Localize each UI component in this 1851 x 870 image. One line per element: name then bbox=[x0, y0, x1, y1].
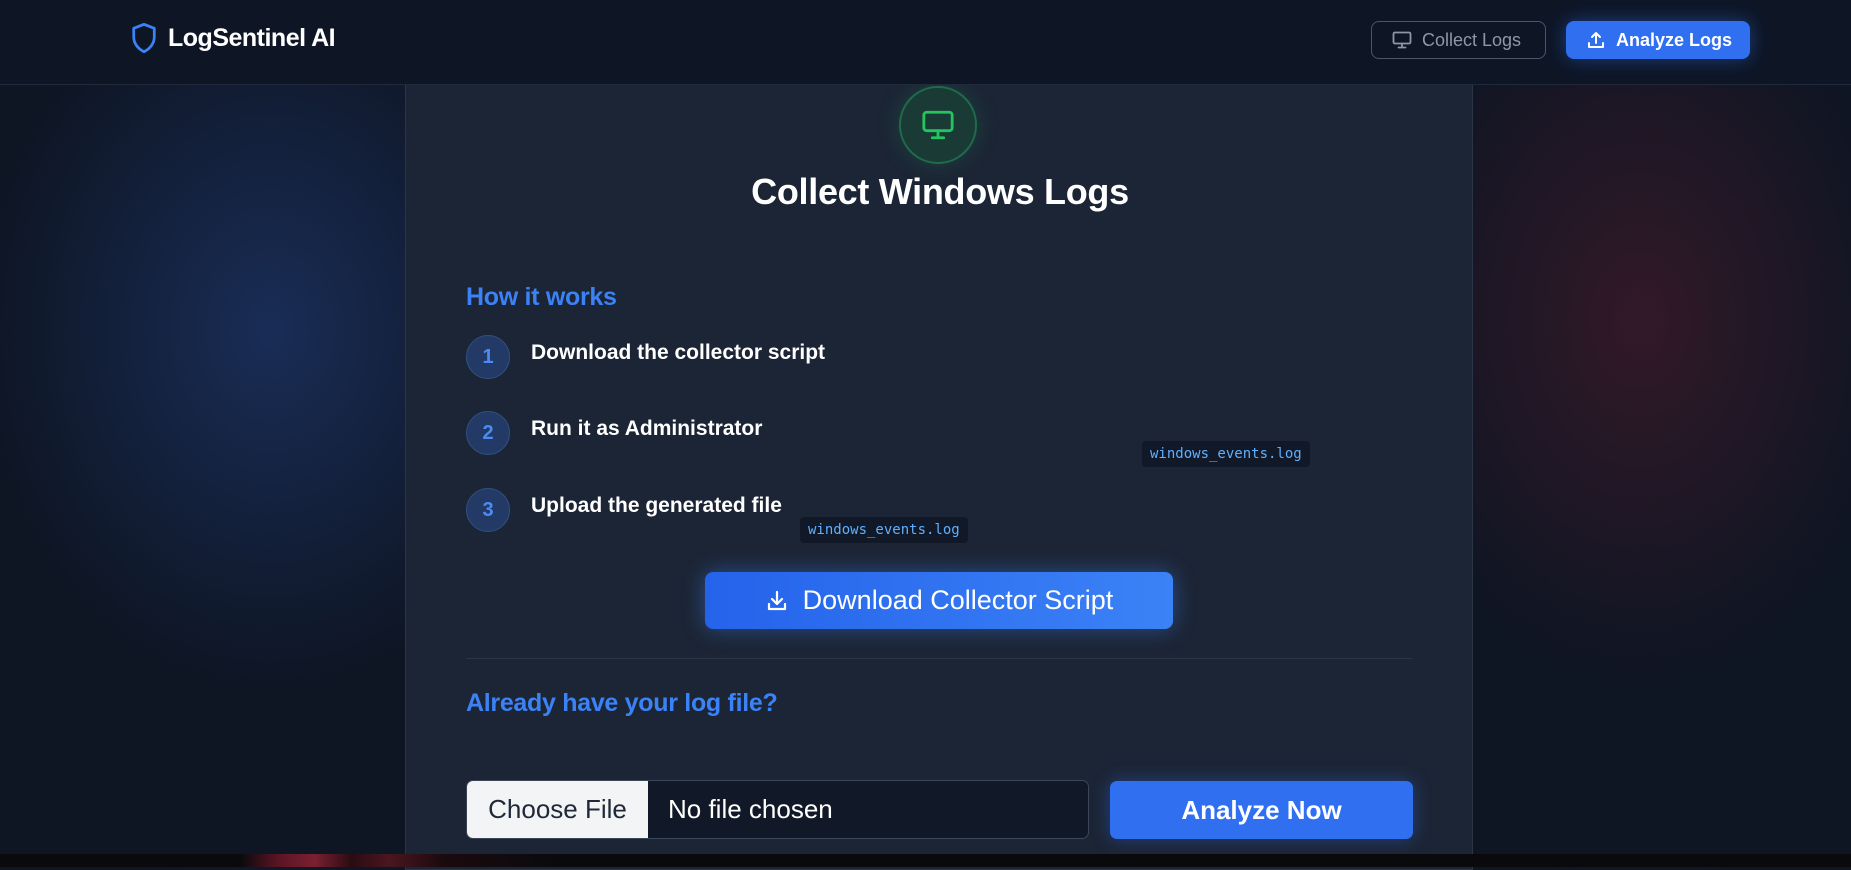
step-number: 1 bbox=[466, 335, 510, 379]
analyze-logs-button[interactable]: Analyze Logs bbox=[1566, 21, 1750, 59]
collect-logs-button[interactable]: Collect Logs bbox=[1371, 21, 1546, 59]
divider bbox=[466, 658, 1412, 659]
how-it-works-heading: How it works bbox=[466, 283, 617, 311]
step-text: Upload the generated file bbox=[531, 494, 782, 517]
brand[interactable]: LogSentinel AI bbox=[130, 22, 336, 54]
step-text: Download the collector script bbox=[531, 341, 826, 364]
collect-card: Collect Windows Logs How it works 1 Down… bbox=[405, 60, 1473, 870]
analyze-logs-label: Analyze Logs bbox=[1616, 29, 1733, 50]
file-input[interactable]: Choose File No file chosen bbox=[466, 780, 1089, 839]
upload-icon bbox=[1588, 32, 1604, 48]
monitor-icon bbox=[1392, 31, 1412, 49]
card-icon-circle bbox=[899, 86, 977, 164]
filename-code-chip: windows_events.log bbox=[800, 517, 968, 543]
taskbar-strip bbox=[0, 854, 1851, 867]
step-number: 2 bbox=[466, 411, 510, 455]
shield-icon bbox=[132, 22, 156, 54]
collect-logs-label: Collect Logs bbox=[1422, 29, 1522, 50]
download-icon bbox=[767, 590, 786, 610]
step-number: 3 bbox=[466, 488, 510, 532]
monitor-icon bbox=[922, 110, 954, 140]
already-have-heading: Already have your log file? bbox=[466, 689, 778, 717]
step-text: Run it as Administrator bbox=[531, 417, 763, 440]
choose-file-button[interactable]: Choose File bbox=[467, 781, 648, 838]
file-status-text: No file chosen bbox=[668, 794, 833, 824]
page-title: Collect Windows Logs bbox=[751, 171, 1129, 212]
brand-name: LogSentinel AI bbox=[168, 23, 336, 52]
top-nav-bar: LogSentinel AI Collect Logs Analyze Logs bbox=[0, 0, 1851, 85]
analyze-now-button[interactable]: Analyze Now bbox=[1110, 781, 1413, 839]
download-collector-label: Download Collector Script bbox=[802, 585, 1114, 615]
download-collector-button[interactable]: Download Collector Script bbox=[705, 572, 1173, 629]
filename-code-chip: windows_events.log bbox=[1142, 441, 1310, 467]
